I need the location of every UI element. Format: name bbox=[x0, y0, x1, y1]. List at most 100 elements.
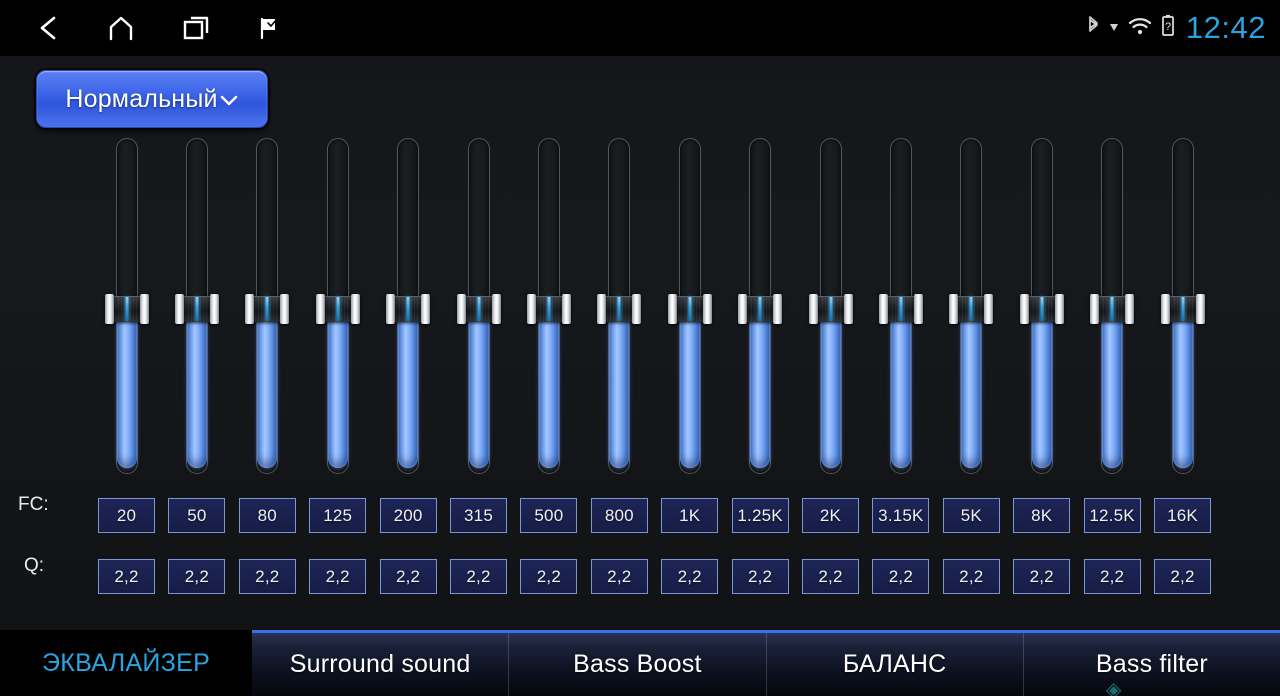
recents-icon[interactable] bbox=[180, 14, 212, 42]
tab-item[interactable]: БАЛАНС bbox=[765, 633, 1023, 696]
eq-slider-thumb[interactable] bbox=[456, 294, 501, 324]
q-value-box[interactable]: 2,2 bbox=[942, 559, 1000, 594]
eq-slider[interactable] bbox=[1090, 138, 1135, 478]
eq-slider[interactable] bbox=[456, 138, 501, 478]
fc-value-box[interactable]: 16K bbox=[1154, 498, 1211, 533]
eq-slider[interactable] bbox=[1160, 138, 1205, 478]
eq-slider-thumb[interactable] bbox=[1090, 294, 1135, 324]
eq-slider-fill bbox=[1172, 309, 1193, 468]
fc-value-box[interactable]: 500 bbox=[520, 498, 578, 533]
fc-value-box[interactable]: 1K bbox=[661, 498, 719, 533]
q-value-box[interactable]: 2,2 bbox=[802, 559, 859, 594]
q-value-box[interactable]: 2,2 bbox=[98, 559, 155, 594]
eq-slider[interactable] bbox=[597, 138, 642, 478]
eq-slider-thumb-cap-left bbox=[1019, 294, 1029, 324]
q-value-box[interactable]: 2,2 bbox=[1083, 559, 1141, 594]
tab-item[interactable]: Surround sound bbox=[252, 633, 508, 696]
fc-value-box[interactable]: 12.5K bbox=[1083, 498, 1141, 533]
eq-slider-thumb[interactable] bbox=[878, 294, 923, 324]
q-value: 2,2 bbox=[677, 566, 702, 586]
home-icon[interactable] bbox=[106, 14, 136, 42]
fc-value-box[interactable]: 315 bbox=[450, 498, 507, 533]
eq-slider-thumb-cap-left bbox=[1090, 294, 1100, 324]
eq-slider[interactable] bbox=[174, 138, 219, 478]
fc-value-box[interactable]: 3.15K bbox=[872, 498, 930, 533]
eq-slider-thumb[interactable] bbox=[245, 294, 290, 324]
preset-dropdown-button[interactable]: Нормальный bbox=[36, 70, 268, 128]
fc-value-box[interactable]: 20 bbox=[98, 498, 155, 533]
q-value-box[interactable]: 2,2 bbox=[872, 559, 930, 594]
eq-slider-thumb[interactable] bbox=[597, 294, 642, 324]
q-value: 2,2 bbox=[959, 566, 984, 586]
q-value-box[interactable]: 2,2 bbox=[168, 559, 226, 594]
fc-value: 500 bbox=[534, 505, 564, 525]
fc-value-box[interactable]: 2K bbox=[802, 498, 859, 533]
eq-slider-thumb[interactable] bbox=[1019, 294, 1064, 324]
eq-slider-fill bbox=[327, 309, 348, 468]
eq-slider[interactable] bbox=[315, 138, 360, 478]
eq-slider[interactable] bbox=[526, 138, 571, 478]
fc-value-box[interactable]: 1.25K bbox=[731, 498, 789, 533]
q-value-box[interactable]: 2,2 bbox=[1154, 559, 1211, 594]
flag-icon[interactable] bbox=[256, 14, 280, 42]
eq-slider[interactable] bbox=[386, 138, 431, 478]
eq-slider-thumb[interactable] bbox=[667, 294, 712, 324]
fc-value-box[interactable]: 125 bbox=[309, 498, 367, 533]
fc-value-box[interactable]: 5K bbox=[942, 498, 1000, 533]
eq-slider-thumb[interactable] bbox=[315, 294, 360, 324]
tab-equalizer[interactable]: ЭКВАЛАЙЗЕР bbox=[0, 630, 252, 696]
q-value-box[interactable]: 2,2 bbox=[590, 559, 648, 594]
eq-slider-thumb[interactable] bbox=[104, 294, 149, 324]
eq-slider-thumb-cap-left bbox=[949, 294, 959, 324]
eq-slider[interactable] bbox=[245, 138, 290, 478]
eq-slider[interactable] bbox=[878, 138, 923, 478]
eq-slider-thumb-cap-right bbox=[491, 294, 501, 324]
fc-value: 1.25K bbox=[737, 505, 783, 525]
eq-slider-thumb[interactable] bbox=[1160, 294, 1205, 324]
tab-item-label: Bass filter bbox=[1095, 650, 1208, 678]
tab-item[interactable]: Bass Boost bbox=[508, 633, 765, 696]
eq-slider-thumb-cap-left bbox=[245, 294, 255, 324]
eq-slider[interactable] bbox=[667, 138, 712, 478]
chevron-down-icon bbox=[219, 92, 239, 111]
back-icon[interactable] bbox=[36, 14, 62, 42]
q-value-box[interactable]: 2,2 bbox=[238, 559, 296, 594]
preset-label: Нормальный bbox=[65, 84, 218, 113]
q-value-box[interactable]: 2,2 bbox=[450, 559, 507, 594]
q-value-box[interactable]: 2,2 bbox=[1013, 559, 1071, 594]
eq-slider-thumb[interactable] bbox=[526, 294, 571, 324]
eq-slider-fill bbox=[820, 309, 841, 468]
eq-slider-thumb-core bbox=[111, 296, 142, 322]
tab-item[interactable]: Bass filter bbox=[1022, 633, 1280, 696]
eq-slider-thumb[interactable] bbox=[949, 294, 994, 324]
q-value-box[interactable]: 2,2 bbox=[520, 559, 578, 594]
eq-slider-thumb-cap-left bbox=[174, 294, 184, 324]
eq-slider-thumb-cap-left bbox=[1160, 294, 1170, 324]
q-value: 2,2 bbox=[818, 566, 843, 586]
eq-slider-thumb-core bbox=[322, 296, 353, 322]
fc-value-box[interactable]: 80 bbox=[238, 498, 296, 533]
eq-slider-thumb[interactable] bbox=[738, 294, 783, 324]
q-value-box[interactable]: 2,2 bbox=[661, 559, 719, 594]
eq-slider-thumb[interactable] bbox=[386, 294, 431, 324]
q-value-box[interactable]: 2,2 bbox=[309, 559, 367, 594]
fc-value: 1K bbox=[679, 505, 701, 525]
eq-slider[interactable] bbox=[1019, 138, 1064, 478]
eq-slider-fill bbox=[609, 309, 630, 468]
eq-slider[interactable] bbox=[738, 138, 783, 478]
eq-slider-thumb-cap-left bbox=[315, 294, 325, 324]
q-value-box[interactable]: 2,2 bbox=[731, 559, 789, 594]
eq-slider[interactable] bbox=[808, 138, 853, 478]
eq-slider-thumb-core bbox=[252, 296, 283, 322]
fc-value: 315 bbox=[464, 505, 493, 525]
fc-value-box[interactable]: 50 bbox=[168, 498, 226, 533]
eq-slider[interactable] bbox=[104, 138, 149, 478]
fc-value-box[interactable]: 200 bbox=[379, 498, 437, 533]
fc-value-box[interactable]: 8K bbox=[1013, 498, 1071, 533]
eq-slider-thumb[interactable] bbox=[808, 294, 853, 324]
eq-slider[interactable] bbox=[949, 138, 994, 478]
q-value: 2,2 bbox=[747, 566, 773, 586]
eq-slider-thumb[interactable] bbox=[174, 294, 219, 324]
q-value-box[interactable]: 2,2 bbox=[379, 559, 437, 594]
fc-value-box[interactable]: 800 bbox=[590, 498, 648, 533]
